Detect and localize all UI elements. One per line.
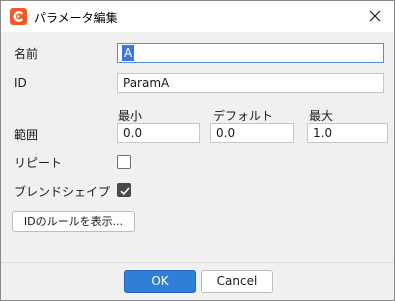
close-icon [369, 10, 381, 22]
ok-button[interactable]: OK [124, 270, 196, 293]
id-field-value: ParamA [123, 76, 170, 90]
title-bar: パラメータ編集 [1, 1, 394, 32]
app-logo-icon [10, 8, 27, 25]
id-field[interactable]: ParamA [117, 73, 384, 93]
dialog-footer: OK Cancel [1, 262, 394, 300]
show-id-rules-button[interactable]: IDのルールを表示... [12, 211, 135, 232]
blend-shape-label: ブレンドシェイプ [14, 185, 111, 199]
dialog-window: パラメータ編集 名前 A ID ParamA 最小 デフォルト 最大 範囲 0.… [0, 0, 395, 301]
blend-shape-checkbox[interactable] [117, 183, 131, 197]
dialog-body: 名前 A ID ParamA 最小 デフォルト 最大 範囲 0.0 0.0 1.… [1, 32, 394, 262]
range-default-header: デフォルト [213, 109, 274, 123]
range-max-header: 最大 [309, 109, 334, 123]
range-max-field[interactable]: 1.0 [307, 123, 388, 143]
close-button[interactable] [357, 1, 393, 32]
range-min-header: 最小 [118, 109, 143, 123]
name-label: 名前 [14, 47, 39, 61]
cancel-button[interactable]: Cancel [201, 270, 273, 293]
name-field-value: A [122, 45, 135, 61]
range-max-value: 1.0 [313, 126, 333, 140]
window-title: パラメータ編集 [34, 11, 118, 25]
range-min-value: 0.0 [123, 126, 143, 140]
range-label: 範囲 [14, 128, 39, 142]
range-min-field[interactable]: 0.0 [117, 123, 200, 143]
range-default-value: 0.0 [216, 126, 236, 140]
range-default-field[interactable]: 0.0 [210, 123, 294, 143]
checkmark-icon [120, 187, 130, 196]
repeat-label: リピート [14, 156, 63, 170]
repeat-checkbox[interactable] [117, 155, 131, 169]
name-field[interactable]: A [117, 43, 384, 63]
id-label: ID [14, 76, 27, 90]
